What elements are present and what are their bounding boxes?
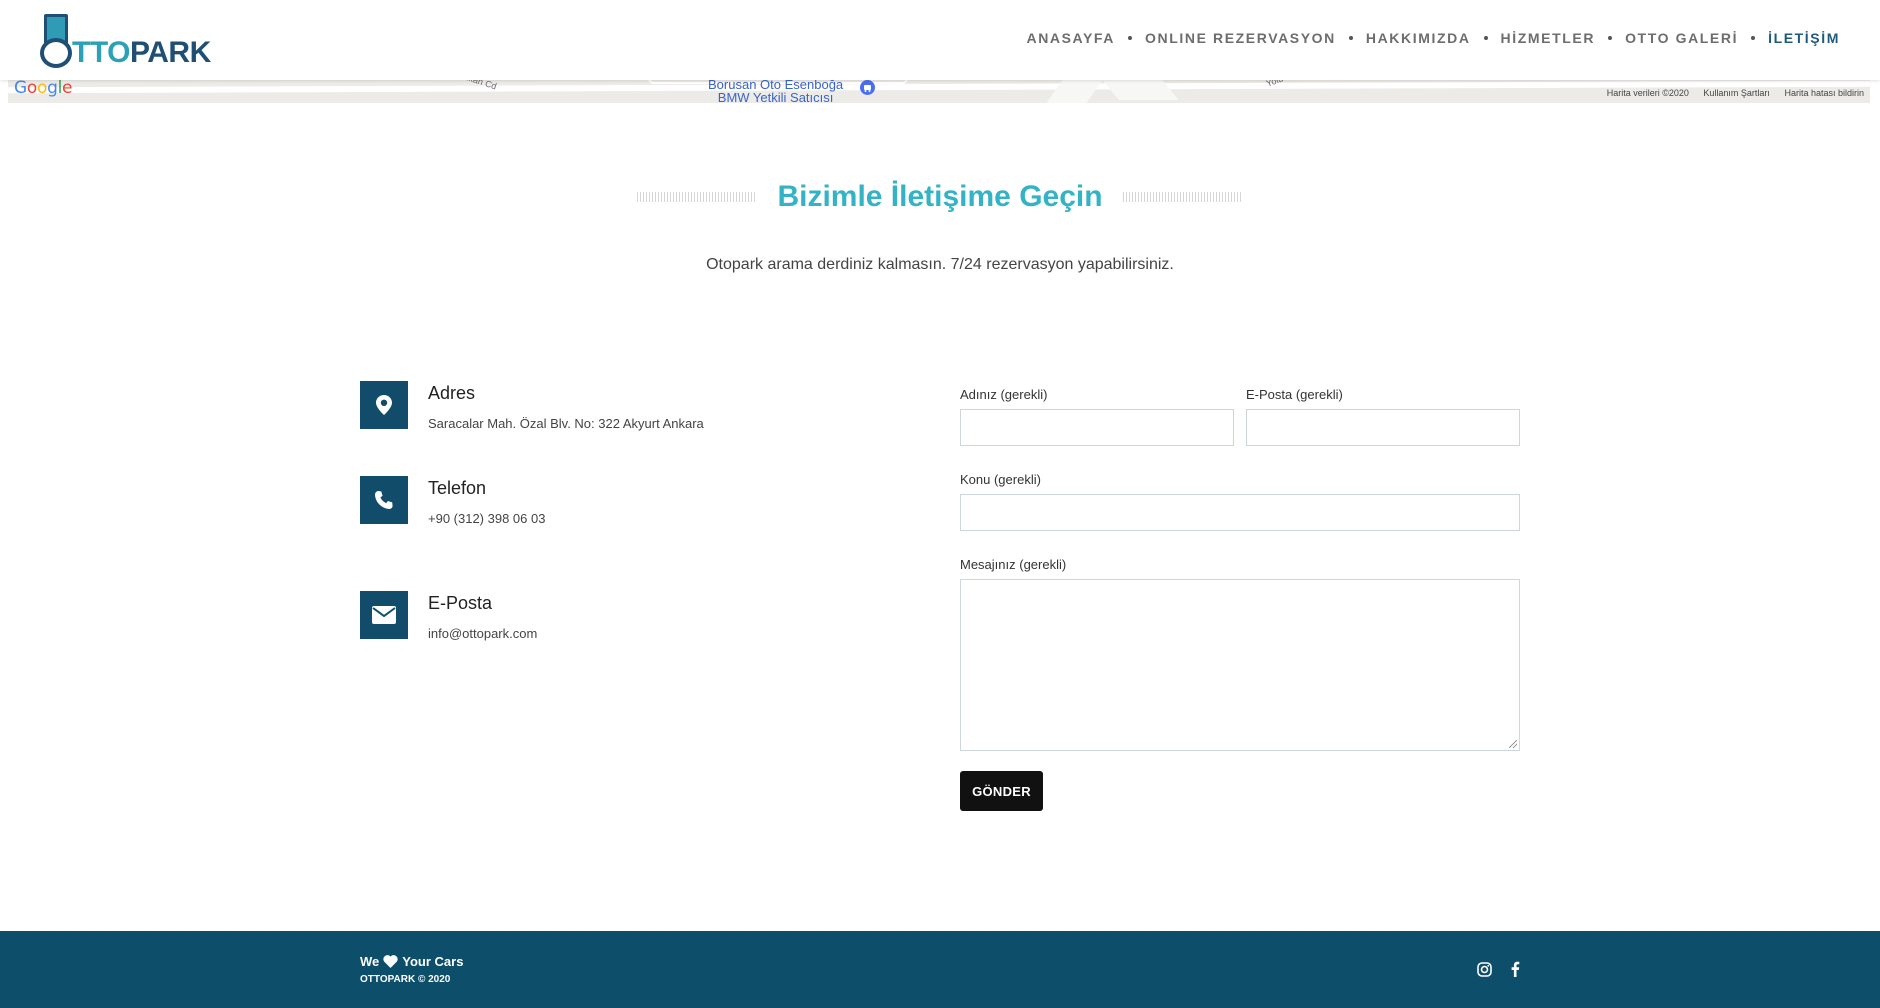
- nav-separator: [1751, 36, 1756, 40]
- map-terms-link[interactable]: Kullanım Şartları: [1703, 88, 1770, 98]
- nav-separator: [1483, 36, 1488, 40]
- contact-email: E-Posta info@ottopark.com: [360, 591, 537, 641]
- page-subtitle: Otopark arama derdiniz kalmasın. 7/24 re…: [706, 256, 1174, 273]
- heart-icon: [383, 955, 398, 968]
- nav-item-otto-galeri[interactable]: OTTO GALERİ: [1625, 30, 1738, 46]
- contact-phone-value[interactable]: +90 (312) 398 06 03: [428, 511, 545, 526]
- facebook-icon[interactable]: [1506, 960, 1524, 978]
- message-textarea[interactable]: [960, 579, 1520, 751]
- email-input[interactable]: [1246, 409, 1520, 446]
- textarea-resize-handle[interactable]: [1509, 740, 1517, 748]
- map-footer: Harita verileri ©2020 Kullanım Şartları …: [1595, 88, 1864, 98]
- contact-phone: Telefon +90 (312) 398 06 03: [360, 476, 545, 526]
- contact-phone-title: Telefon: [428, 478, 487, 498]
- google-logo: Google: [14, 78, 73, 98]
- google-logo-letter: o: [36, 78, 48, 98]
- nav-item-online-rezervasyon[interactable]: ONLINE REZERVASYON: [1145, 30, 1336, 46]
- contact-email-body: E-Posta info@ottopark.com: [428, 591, 537, 641]
- google-logo-letter: G: [14, 78, 27, 98]
- map-place-label[interactable]: Borusan Oto Esenboğa BMW Yetkili Satıcıs…: [708, 78, 843, 103]
- subject-input[interactable]: [960, 494, 1520, 531]
- map-place-subtitle: BMW Yetkili Satıcısı: [717, 90, 834, 103]
- contact-phone-body: Telefon +90 (312) 398 06 03: [428, 476, 545, 526]
- map-data-credit: Harita verileri ©2020: [1606, 88, 1689, 98]
- contact-email-value[interactable]: info@ottopark.com: [428, 626, 537, 641]
- google-logo-letter: e: [62, 78, 73, 98]
- name-label: Adınız (gerekli): [960, 387, 1048, 402]
- nav-item-hizmetler[interactable]: HİZMETLER: [1501, 30, 1596, 46]
- title-decoration-right: [1122, 192, 1243, 202]
- contact-email-title: E-Posta: [428, 593, 493, 613]
- submit-button[interactable]: GÖNDER: [960, 771, 1043, 811]
- nav-item-iletisim[interactable]: İLETİŞİM: [1768, 30, 1840, 46]
- footer-copyright: OTTOPARK © 2020: [360, 974, 451, 985]
- map-road: [8, 80, 1870, 94]
- footer-tag-we: We: [360, 954, 380, 969]
- email-label: E-Posta (gerekli): [1246, 387, 1343, 402]
- nav-separator: [1128, 36, 1133, 40]
- main-nav: ANASAYFA ONLINE REZERVASYON HAKKIMIZDA H…: [1026, 30, 1840, 46]
- map-marker-icon[interactable]: [860, 80, 875, 95]
- nav-separator: [1608, 36, 1613, 40]
- name-input[interactable]: [960, 409, 1234, 446]
- map-report-error-link[interactable]: Harita hatası bildirin: [1784, 88, 1864, 98]
- page-title: Bizimle İletişime Geçin: [777, 180, 1103, 213]
- nav-item-hakkimizda[interactable]: HAKKIMIZDA: [1366, 30, 1471, 46]
- site-header: TTOPARK ANASAYFA ONLINE REZERVASYON HAKK…: [0, 0, 1880, 80]
- site-footer: We Your Cars OTTOPARK © 2020: [0, 931, 1880, 1008]
- site-logo[interactable]: TTOPARK: [40, 14, 211, 68]
- subject-label: Konu (gerekli): [960, 472, 1041, 487]
- contact-address-value: Saracalar Mah. Özal Blv. No: 322 Akyurt …: [428, 416, 704, 431]
- contact-address-body: Adres Saracalar Mah. Özal Blv. No: 322 A…: [428, 381, 704, 431]
- title-decoration-left: [637, 192, 758, 202]
- instagram-icon[interactable]: [1475, 960, 1493, 978]
- footer-tag-rest: Your Cars: [402, 954, 464, 969]
- envelope-icon: [360, 591, 408, 639]
- logo-text-otto: TTO: [72, 36, 130, 69]
- google-logo-letter: o: [26, 78, 37, 98]
- nav-item-anasayfa[interactable]: ANASAYFA: [1026, 30, 1115, 46]
- logo-text: TTOPARK: [72, 38, 211, 68]
- contact-address-title: Adres: [428, 383, 476, 403]
- footer-tagline: We Your Cars: [360, 954, 463, 969]
- contact-address: Adres Saracalar Mah. Özal Blv. No: 322 A…: [360, 381, 704, 431]
- section-heading: Bizimle İletişime Geçin: [0, 180, 1880, 214]
- phone-icon: [360, 476, 408, 524]
- nav-separator: [1348, 36, 1353, 40]
- logo-mark-icon: [40, 14, 72, 68]
- google-logo-letter: g: [47, 78, 58, 98]
- map-pin-icon: [360, 381, 408, 429]
- message-label: Mesajınız (gerekli): [960, 557, 1067, 572]
- logo-text-park: PARK: [129, 36, 211, 69]
